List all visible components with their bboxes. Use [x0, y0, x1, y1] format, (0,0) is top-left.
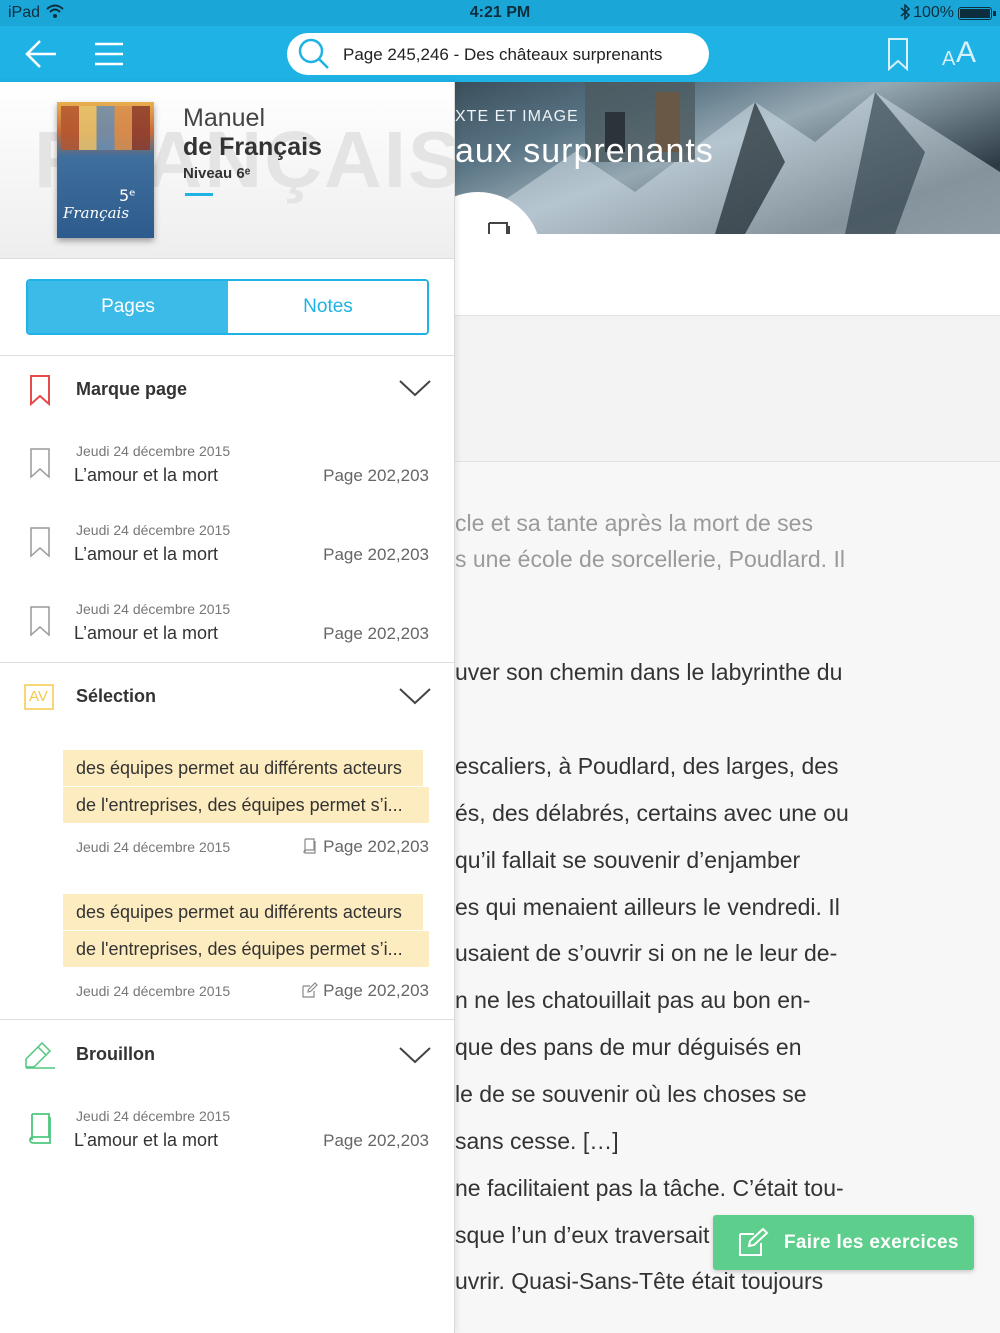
text-line: uver son chemin dans le labyrinthe du: [455, 659, 843, 685]
bookmark-icon: [30, 448, 50, 479]
section-title-draft: Brouillon: [76, 1044, 155, 1064]
highlight-line: des équipes permet au différents acteurs: [63, 894, 423, 930]
text-line: sans cesse. […]: [455, 1128, 619, 1154]
text-line: cle et sa tante après la mort de ses: [455, 510, 813, 536]
entry-page: Page 202,203: [323, 1131, 429, 1150]
exercises-button-label: Faire les exercices: [784, 1232, 959, 1253]
entry-title: L’amour et la mort: [74, 1130, 219, 1150]
tab-switcher: Pages Notes: [26, 279, 429, 335]
text-line: ne facilitaient pas la tâche. C’était to…: [455, 1175, 844, 1201]
text-size-large: A: [956, 36, 977, 69]
highlight-line: des équipes permet au différents acteurs: [63, 750, 423, 786]
back-arrow-icon[interactable]: [22, 34, 62, 74]
clock: 4:21 PM: [469, 4, 531, 21]
entry-date: Jeudi 24 décembre 2015: [76, 839, 231, 855]
text-line: usaient de s’ouvrir si on ne le leur de-: [455, 940, 838, 966]
search-text: Page 245,246 - Des châteaux surprenants: [343, 45, 663, 64]
text-line: que des pans de mur déguisés en: [455, 1034, 802, 1060]
bookmark-icon: [30, 606, 50, 637]
book-icon: [29, 1113, 51, 1144]
section-title-bookmarks: Marque page: [76, 379, 188, 399]
bookmark-icon: [30, 527, 50, 558]
entry-page: Page 202,203: [323, 837, 429, 856]
search-icon: [298, 38, 329, 69]
text-line: qu’il fallait se souvenir d’enjamber: [455, 847, 801, 873]
text-line: és, des délabrés, certains avec une ou: [455, 800, 849, 826]
exercises-button[interactable]: Faire les exercices: [713, 1215, 974, 1270]
edit-icon: [302, 982, 318, 998]
title-underline: [185, 193, 213, 196]
entry-date: Jeudi 24 décembre 2015: [76, 443, 231, 459]
tab-pages[interactable]: Pages: [28, 281, 228, 333]
battery-percent: 100%: [913, 4, 954, 21]
section-title-selection: Sélection: [76, 686, 157, 706]
book-header: FRANÇAIS 5ᵉ Français Manuel de Français …: [0, 82, 454, 259]
book-icon: [303, 838, 316, 854]
entry-page: Page 202,203: [323, 545, 429, 564]
cover-level: 5ᵉ: [119, 186, 136, 205]
book-cover[interactable]: 5ᵉ Français: [57, 102, 154, 238]
text-size-small: A: [942, 48, 956, 70]
highlight-line: de l'entreprises, des équipes permet s’i…: [63, 931, 429, 967]
text-line: sque l’un d’eux traversait: [455, 1222, 710, 1248]
bookmark-icon[interactable]: [878, 34, 918, 74]
text-line: le de se souvenir où les choses se: [455, 1081, 807, 1107]
entry-page: Page 202,203: [323, 981, 429, 1000]
entry-date: Jeudi 24 décembre 2015: [76, 601, 231, 617]
chapter-banner: XTE ET IMAGE aux surprenants: [455, 82, 1000, 234]
entry-title: L’amour et la mort: [74, 465, 219, 485]
text-line: escaliers, à Poudlard, des larges, des: [455, 753, 839, 779]
text-line: s une école de sorcellerie, Poudlard. Il: [455, 546, 845, 572]
book-title-line1: Manuel: [183, 104, 265, 132]
chapter-title: aux surprenants: [455, 132, 714, 170]
cover-word: Français: [63, 204, 130, 222]
nav-bar: Page 245,246 - Des châteaux surprenants: [0, 26, 1000, 82]
book-level: Niveau 6ᵉ: [183, 165, 251, 182]
menu-icon[interactable]: [89, 34, 129, 74]
reader-band-secondary: [455, 316, 1000, 462]
cover-artwork: [61, 106, 150, 150]
chevron-down-icon[interactable]: [398, 686, 432, 706]
entry-page: Page 202,203: [323, 466, 429, 485]
divider: [0, 662, 454, 663]
pencil-icon: [25, 1041, 55, 1069]
text-line: n ne les chatouillait pas au bon en-: [455, 987, 811, 1013]
battery-icon: [958, 7, 996, 20]
chevron-down-icon[interactable]: [398, 1045, 432, 1065]
highlight-line: de l'entreprises, des équipes permet s’i…: [63, 787, 429, 823]
entry-date: Jeudi 24 décembre 2015: [76, 1108, 231, 1124]
edit-icon: [739, 1227, 769, 1256]
entry-date: Jeudi 24 décembre 2015: [76, 983, 231, 999]
chapter-kicker: XTE ET IMAGE: [455, 108, 579, 125]
highlight-icon-text: AV: [29, 688, 48, 705]
text-line: uvrir. Quasi-Sans-Tête était toujours: [455, 1268, 824, 1294]
entry-date: Jeudi 24 décembre 2015: [76, 522, 231, 538]
tab-notes[interactable]: Notes: [229, 281, 427, 333]
bookmark-icon: [30, 375, 50, 406]
entry-title: L’amour et la mort: [74, 623, 219, 643]
text-line: es qui menaient ailleurs le vendredi. Il: [455, 894, 840, 920]
chevron-down-icon[interactable]: [398, 378, 432, 398]
reader-band: [455, 234, 1000, 316]
entry-page: Page 202,203: [323, 624, 429, 643]
side-panel: FRANÇAIS 5ᵉ Français Manuel de Français …: [0, 82, 455, 1333]
search-field[interactable]: Page 245,246 - Des châteaux surprenants: [287, 33, 709, 75]
reader-area: XTE ET IMAGE aux surprenants cle et sa t…: [415, 82, 1000, 1333]
divider: [0, 1019, 454, 1020]
bluetooth-icon: [900, 4, 910, 20]
divider: [0, 355, 454, 356]
status-bar: iPad 4:21 PM 100%: [0, 0, 1000, 26]
book-title-line2: de Français: [183, 133, 322, 161]
entry-title: L’amour et la mort: [74, 544, 219, 564]
